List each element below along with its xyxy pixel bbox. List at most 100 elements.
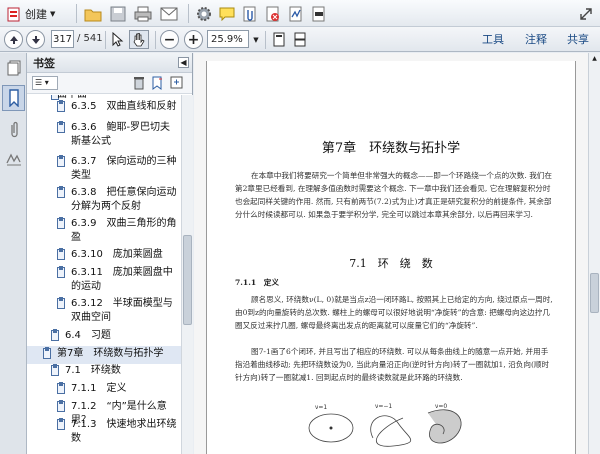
bookmark-list: 曲平面6.3.5 双曲直线和反射6.3.6 鲍耶-罗巴切夫斯基公式6.3.7 保… — [27, 95, 181, 454]
bookmark-label: 6.3.10 庞加莱圆盘 — [71, 249, 163, 260]
page-number-input[interactable]: 317 — [51, 30, 74, 48]
bookmark-label: 7.1.1 定义 — [71, 383, 127, 394]
bookmark-label: 6.3.9 双曲三角形的角盈 — [71, 218, 177, 243]
settings-button[interactable] — [194, 4, 214, 23]
bookmark-item[interactable]: 7.1 环绕数 — [27, 363, 181, 381]
collapse-panel-button[interactable]: ◀ — [178, 57, 189, 68]
bookmark-item[interactable]: 6.3.5 双曲直线和反射 — [27, 99, 181, 117]
next-page-button[interactable] — [26, 30, 45, 49]
attach-button[interactable] — [240, 4, 260, 23]
separator — [265, 31, 266, 49]
page-total: / 541 — [77, 33, 103, 44]
email-button[interactable] — [158, 4, 180, 23]
bookmark-item[interactable]: 6.3.7 保向运动的三种类型 — [27, 154, 181, 186]
cursor-arrow-icon — [112, 32, 124, 47]
bookmark-item[interactable]: 6.3.8 把任意保向运动分解为两个反射 — [27, 185, 181, 217]
sign-button[interactable] — [286, 4, 306, 23]
expand-bookmark-button[interactable] — [170, 76, 184, 90]
tab-share[interactable]: 共享 — [567, 31, 589, 47]
zoom-out-button[interactable]: − — [160, 30, 179, 49]
document-viewport: 第7章 环绕数与拓扑学 在本章中我们将要研究一个简单但非常强大的概念——即一个环… — [194, 53, 588, 454]
minus-icon: − — [163, 31, 176, 48]
scrollbar-thumb[interactable] — [183, 235, 192, 325]
delete-button[interactable] — [263, 4, 283, 23]
bookmark-label: 6.3.8 把任意保向运动分解为两个反射 — [71, 187, 177, 212]
bookmark-icon — [57, 400, 65, 412]
scrollbar-thumb[interactable] — [590, 273, 599, 313]
document-scrollbar[interactable]: ▲ — [588, 53, 600, 454]
redact-icon — [312, 6, 325, 21]
fit-page-button[interactable] — [270, 30, 288, 49]
paragraph-definition: 顾名思义, 环绕数ν(L, 0)就是当点z沿一闭环路L, 按照其上已给定的方向,… — [235, 295, 553, 330]
figure-origin — [329, 426, 333, 430]
separator — [105, 31, 106, 49]
bookmarks-scrollbar[interactable] — [181, 95, 193, 454]
save-icon — [110, 6, 126, 21]
bookmark-icon — [57, 248, 65, 260]
bookmark-label: 6.3.5 双曲直线和反射 — [71, 101, 177, 112]
scroll-mode-icon — [294, 32, 306, 47]
chevron-down-icon: ▼ — [50, 9, 56, 18]
scroll-up-button[interactable]: ▲ — [590, 55, 599, 64]
delete-icon — [266, 6, 279, 21]
tab-tools[interactable]: 工具 — [482, 31, 504, 47]
chevron-down-icon: ▼ — [253, 36, 259, 44]
bookmark-item[interactable]: 6.3.6 鲍耶-罗巴切夫斯基公式 — [27, 120, 181, 152]
delete-bookmark-button[interactable] — [133, 76, 146, 90]
save-button[interactable] — [108, 4, 128, 23]
bookmark-icon — [8, 89, 19, 107]
sign-icon — [289, 6, 302, 21]
new-bookmark-button[interactable] — [151, 76, 164, 90]
open-button[interactable] — [83, 4, 103, 23]
previous-page-button[interactable] — [4, 30, 23, 49]
create-button[interactable]: 创建 ▼ — [6, 4, 55, 23]
comment-button[interactable] — [217, 4, 237, 23]
expand-button[interactable] — [576, 4, 596, 23]
fit-page-icon — [273, 32, 285, 47]
scroll-mode-button[interactable] — [291, 30, 309, 49]
trash-icon — [134, 77, 144, 90]
print-icon — [134, 6, 152, 21]
bookmark-label: 6.3.11 庞加莱圆盘中的运动 — [71, 267, 173, 292]
bookmark-label: 6.4 习题 — [65, 330, 111, 341]
subsection-title: 7.1.1 定义 — [235, 278, 279, 287]
bookmark-item[interactable]: 6.3.10 庞加莱圆盘 — [27, 247, 181, 265]
print-button[interactable] — [133, 4, 153, 23]
bookmark-icon — [57, 217, 65, 229]
comment-icon — [219, 7, 235, 21]
gear-icon — [197, 6, 211, 21]
intro-paragraph: 在本章中我们将要研究一个简单但非常强大的概念——即一个环路绕一个点的次数. 我们… — [235, 171, 552, 219]
bookmark-item[interactable]: 6.3.12 半球面模型与双曲空间 — [27, 296, 181, 328]
separator — [155, 31, 156, 49]
bookmark-icon — [57, 186, 65, 198]
paragraph-figure: 图7-1画了6个闭环, 并且写出了相应的环绕数. 可以从每条曲线上的随意一点开始… — [235, 347, 550, 382]
create-icon — [7, 7, 20, 21]
zoom-dropdown-button[interactable]: ▼ — [251, 33, 261, 47]
bookmark-item[interactable]: 7.1.1 定义 — [27, 381, 181, 399]
pages-panel-button[interactable] — [4, 58, 23, 78]
bookmark-label: 6.3.7 保向运动的三种类型 — [71, 156, 177, 181]
zoom-in-button[interactable]: + — [184, 30, 203, 49]
redact-button[interactable] — [309, 4, 329, 23]
bookmark-item[interactable]: 7.1.3 快速地求出环绕数 — [27, 417, 181, 449]
hand-tool-button[interactable] — [129, 30, 149, 49]
bookmark-item[interactable]: 第7章 环绕数与拓扑学 — [27, 346, 181, 364]
attachments-panel-button[interactable] — [4, 119, 23, 139]
bookmark-item[interactable]: 7.1.2 “内”是什么意思？ — [27, 399, 181, 426]
bookmark-icon — [57, 266, 65, 278]
options-button[interactable]: ☰ ▾ — [32, 76, 58, 90]
figure-label: ν=−1 — [375, 403, 392, 410]
signatures-panel-button[interactable] — [4, 149, 23, 169]
bookmarks-panel-button[interactable] — [2, 85, 25, 111]
bookmark-label: 6.3.12 半球面模型与双曲空间 — [71, 298, 173, 323]
separator — [76, 4, 77, 23]
bookmarks-panel: 书签 ◀ ☰ ▾ 曲平面6.3.5 双曲直线和反射6.3.6 鲍耶-罗巴切夫斯基… — [27, 53, 193, 454]
bookmark-item[interactable]: 6.3.11 庞加莱圆盘中的运动 — [27, 265, 181, 297]
tab-comment[interactable]: 注释 — [525, 31, 547, 47]
bookmark-item[interactable]: 6.3.9 双曲三角形的角盈 — [27, 216, 181, 248]
select-tool-button[interactable] — [109, 30, 127, 49]
bookmarks-header: 书签 ◀ — [27, 53, 192, 73]
zoom-level-field[interactable]: 25.9% — [207, 30, 249, 48]
bookmark-icon — [57, 121, 65, 133]
bookmark-item[interactable]: 6.4 习题 — [27, 328, 181, 346]
